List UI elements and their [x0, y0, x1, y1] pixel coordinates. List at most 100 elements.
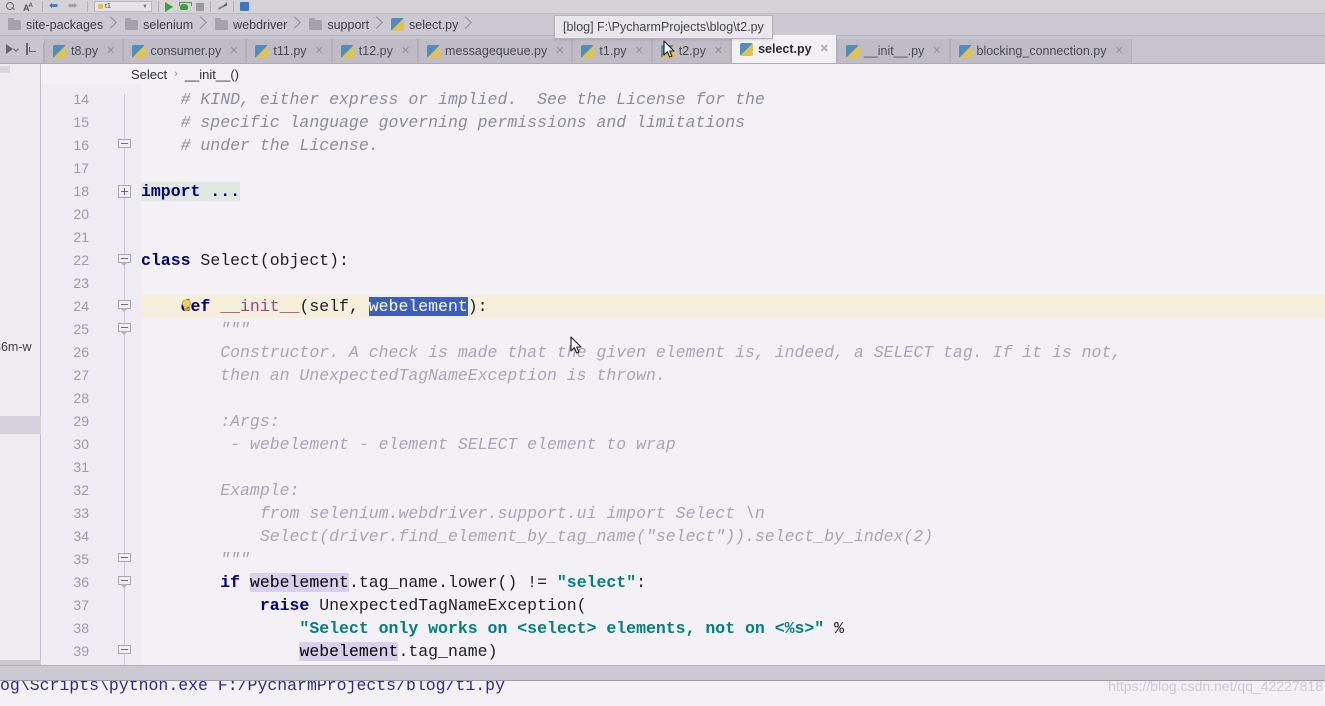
navigate-back-icon[interactable]: ⬅ [49, 1, 62, 12]
fold-marker-import-collapsed[interactable] [118, 185, 131, 198]
show-flow-icon[interactable] [5, 43, 18, 55]
code-token: from selenium.webdriver.support.ui impor… [141, 504, 765, 523]
python-file-icon [660, 44, 674, 58]
search-icon[interactable] [4, 1, 17, 12]
tab-messagequeue-py[interactable]: messagequeue.py ✕ [418, 39, 573, 63]
line-number: 31 [73, 459, 89, 475]
code-line: raise UnexpectedTagNameException( [141, 594, 587, 617]
line-number: 23 [73, 275, 89, 291]
tab-t1-py[interactable]: t1.py ✕ [572, 39, 652, 63]
tab-consumer-py[interactable]: consumer.py ✕ [123, 39, 247, 63]
tab-t2-py[interactable]: t2.py ✕ [651, 39, 732, 63]
line-number: 24 [73, 298, 89, 314]
tab-label: __init__.py [863, 44, 925, 58]
toolbar-divider [87, 1, 88, 12]
line-number: 29 [73, 413, 89, 429]
watermark: https://blog.csdn.net/qq_42227818 [1108, 678, 1323, 694]
close-icon[interactable]: ✕ [932, 45, 941, 57]
close-icon[interactable]: ✕ [555, 45, 564, 57]
code-line: "Select only works on <select> elements,… [141, 617, 844, 640]
line-number: 26 [73, 344, 89, 360]
toolbar-divider [158, 1, 159, 12]
line-number: 32 [73, 482, 89, 498]
toolbar-divider [42, 1, 43, 12]
close-icon[interactable]: ✕ [106, 45, 115, 57]
toolbar-divider [233, 1, 234, 12]
close-icon[interactable]: ✕ [229, 45, 238, 57]
chevron-down-icon: ▼ [142, 3, 148, 10]
tab-init-py[interactable]: __init__.py ✕ [836, 39, 950, 63]
run-configuration-selector[interactable]: t1 ▼ [94, 1, 152, 12]
tab-path-tooltip: [blog] F:\PycharmProjects\blog\t2.py [554, 15, 773, 39]
breadcrumb-item-site-packages[interactable]: site-packages [0, 14, 117, 36]
tab-label: blocking_connection.py [976, 44, 1107, 58]
run-icon[interactable] [165, 1, 173, 12]
close-icon[interactable]: ✕ [1114, 45, 1123, 57]
code-line: :Args: [141, 410, 280, 433]
left-strip-selection [0, 416, 41, 434]
editor-code-area[interactable]: # KIND, either express or implied. See t… [141, 84, 1325, 665]
code-token: :Args: [141, 412, 280, 431]
code-editor[interactable]: Select › __init__() 14 15 16 17 18 20 21 22 23 24… [41, 64, 1325, 665]
fold-marker-docstring-end[interactable] [118, 553, 131, 566]
fold-marker-class-select[interactable] [118, 254, 131, 267]
folder-icon [309, 17, 323, 30]
close-icon[interactable]: ✕ [315, 45, 324, 57]
editor-tab-bar: t8.py ✕ consumer.py ✕ t11.py ✕ t12.py ✕ … [0, 35, 1325, 64]
fold-marker-if-block[interactable] [118, 576, 131, 589]
breadcrumb-item-support[interactable]: support [301, 14, 383, 36]
navigate-forward-icon[interactable]: ➡ [68, 1, 81, 12]
stop-icon[interactable] [196, 2, 204, 11]
close-icon[interactable]: ✕ [635, 45, 644, 57]
font-size-icon[interactable]: AA [23, 1, 36, 13]
debug-icon[interactable] [179, 1, 192, 12]
settings-icon[interactable] [240, 2, 249, 11]
close-icon[interactable]: ✕ [401, 45, 410, 57]
line-number: 25 [73, 321, 89, 337]
breadcrumb-label: webdriver [233, 17, 288, 32]
code-token: webelement [368, 297, 468, 316]
code-line: class Select(object): [141, 249, 349, 272]
breadcrumb-item-select-py[interactable]: select.py [383, 14, 472, 36]
editor-structure-breadcrumb: Select › __init__() [41, 64, 1325, 84]
breadcrumb-label: site-packages [26, 17, 104, 32]
code-token: # KIND, either express or implied. See t… [141, 90, 765, 109]
breadcrumb-member[interactable]: __init__() [185, 67, 239, 82]
coverage-icon[interactable] [217, 2, 227, 11]
line-number: 20 [73, 206, 89, 222]
intention-bulb-icon[interactable] [180, 299, 193, 313]
line-number: 15 [73, 114, 89, 130]
line-number: 14 [73, 91, 89, 107]
line-number: 35 [73, 551, 89, 567]
collapse-panel-icon[interactable] [25, 43, 38, 55]
tab-label: consumer.py [150, 44, 222, 58]
editor-gutter[interactable]: 14 15 16 17 18 20 21 22 23 24 25 26 27 28 29 30 31 32 33 34… [41, 84, 141, 665]
fold-marker-init-method[interactable] [118, 300, 131, 313]
fold-marker-raise-end[interactable] [118, 645, 131, 658]
tab-blocking-connection-py[interactable]: blocking_connection.py ✕ [949, 39, 1132, 63]
close-icon[interactable]: ✕ [820, 43, 829, 55]
code-token: import ... [141, 182, 241, 201]
python-file-icon [581, 44, 595, 58]
breadcrumb-item-selenium[interactable]: selenium [117, 14, 207, 36]
fold-marker-license-comment[interactable] [118, 139, 131, 152]
tab-t12-py[interactable]: t12.py ✕ [331, 39, 419, 63]
breadcrumb-class[interactable]: Select [131, 67, 167, 82]
code-token: .tag_name.lower() != [348, 573, 557, 592]
tab-select-py[interactable]: select.py ✕ [731, 35, 837, 63]
line-number: 30 [73, 436, 89, 452]
code-line: webelement.tag_name) [141, 640, 498, 663]
fold-marker-docstring[interactable] [118, 323, 131, 336]
breadcrumb-item-webdriver[interactable]: webdriver [207, 14, 301, 36]
close-icon[interactable]: ✕ [714, 45, 723, 57]
code-line: Example: [141, 479, 299, 502]
python-file-icon [132, 44, 146, 58]
line-number: 27 [73, 367, 89, 383]
line-number: 22 [73, 252, 89, 268]
tab-t8-py[interactable]: t8.py ✕ [44, 39, 124, 63]
left-strip-label: 36m-w [0, 340, 32, 354]
code-token: Constructor. A check is made that the gi… [141, 343, 1122, 362]
code-token: """ [141, 550, 250, 569]
code-token: ): [467, 297, 488, 316]
tab-t11-py[interactable]: t11.py ✕ [246, 39, 332, 63]
